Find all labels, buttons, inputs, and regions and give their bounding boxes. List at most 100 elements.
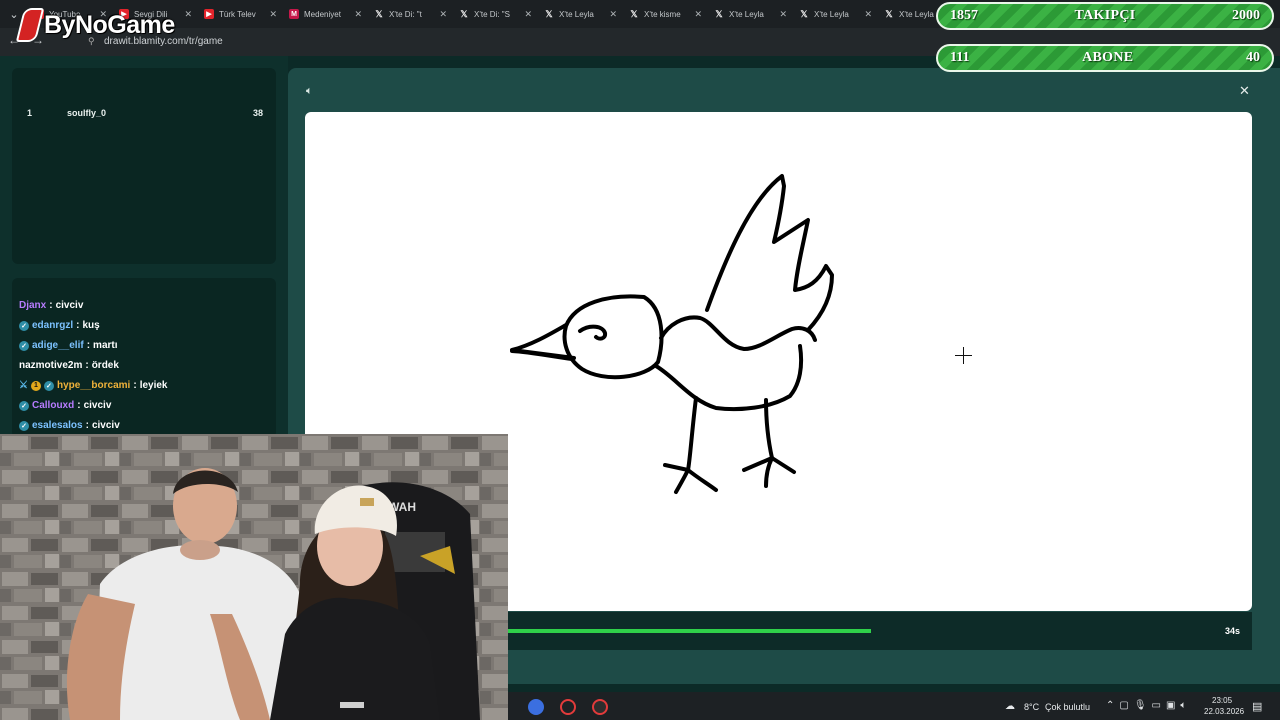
- tab-title: X'te Leyla: [814, 9, 849, 19]
- chat-message: ✓ adige__elif: martı: [19, 340, 118, 351]
- drawing-stroke: [578, 324, 608, 341]
- subscriber-goal: 40: [1245, 50, 1260, 65]
- chat-username[interactable]: esalesalos: [32, 420, 83, 431]
- chat-separator: :: [49, 300, 53, 311]
- weather-text[interactable]: Çok bulutlu: [1045, 702, 1090, 712]
- leaderboard-score: 38: [252, 108, 263, 118]
- subscriber-label: ABONE: [1082, 50, 1134, 65]
- drawing-stroke: [663, 463, 690, 472]
- chat-username[interactable]: edanrgzl: [32, 320, 73, 331]
- round-progress-track: [507, 629, 1207, 633]
- drawing-stroke: [674, 396, 698, 494]
- chat-separator: :: [133, 380, 137, 391]
- drawing-stroke: [705, 174, 834, 332]
- moderator-sword-icon: ⚔: [19, 380, 28, 391]
- browser-tab[interactable]: 𝕏 X'te Di: "t ✕: [368, 0, 453, 28]
- chat-message: ✓ edanrgzl: kuş: [19, 320, 100, 331]
- drawing-stroke: [659, 315, 817, 351]
- messenger-app-icon[interactable]: [528, 699, 544, 715]
- tab-title: X'te Di: "t: [389, 9, 422, 19]
- browser-tab[interactable]: 𝕏 X'te kisme ✕: [623, 0, 708, 28]
- chat-separator: :: [85, 420, 89, 431]
- tab-title: Medeniyet: [304, 9, 341, 19]
- chat-text: ördek: [91, 360, 119, 371]
- drawing-stroke: [770, 456, 796, 474]
- browser-tab[interactable]: 𝕏 X'te Leyla ✕: [708, 0, 793, 28]
- chat-text: kuş: [82, 320, 100, 331]
- weather-temp[interactable]: 8°C: [1024, 702, 1039, 712]
- tab-close-icon[interactable]: ✕: [439, 9, 447, 20]
- chat-username[interactable]: Callouxd: [32, 400, 74, 411]
- verified-badge-icon: ✓: [19, 340, 29, 351]
- browser-tab[interactable]: 𝕏 X'te Leyla ✕: [538, 0, 623, 28]
- chat-message: nazmotive2m: ördek: [19, 360, 119, 371]
- tab-close-icon[interactable]: ✕: [864, 9, 872, 20]
- chat-username[interactable]: nazmotive2m: [19, 360, 82, 371]
- chat-text: civciv: [55, 300, 84, 311]
- tab-close-icon[interactable]: ✕: [779, 9, 787, 20]
- leaderboard-rank: 1: [27, 108, 33, 118]
- x-logo-icon: 𝕏: [885, 8, 893, 19]
- follower-label: TAKIPÇI: [1074, 8, 1136, 23]
- tab-close-icon[interactable]: ✕: [694, 9, 702, 20]
- verified-badge-icon: ✓: [19, 320, 29, 331]
- drawing-stroke: [654, 344, 804, 412]
- x-logo-icon: 𝕏: [800, 8, 808, 19]
- subscriber-badge-icon: 1: [30, 380, 41, 391]
- system-tray-icons[interactable]: ⌃▢🎙︎▭▣🔈︎: [1106, 700, 1191, 711]
- chat-text: leyiek: [139, 380, 168, 391]
- subscriber-goal-bar: 111 ABONE 40: [936, 44, 1274, 72]
- browser-tab[interactable]: ▶ Türk Telev ✕: [198, 0, 283, 28]
- chat-username[interactable]: adige__elif: [32, 340, 84, 351]
- verified-badge-icon: ✓: [19, 400, 29, 411]
- drawing-stroke: [562, 294, 664, 380]
- chat-message: ✓ esalesalos: civciv: [19, 420, 120, 431]
- clock-date[interactable]: 22.03.2026: [1204, 707, 1244, 716]
- chat-separator: :: [77, 400, 81, 411]
- speaker-icon[interactable]: 🔈︎: [306, 85, 313, 98]
- clock-time[interactable]: 23:05: [1212, 696, 1232, 705]
- verified-badge-icon: ✓: [19, 420, 29, 431]
- browser-tab[interactable]: 𝕏 X'te Di: "S ✕: [453, 0, 538, 28]
- notification-icon[interactable]: ▤: [1252, 700, 1262, 713]
- crosshair-cursor-icon: [955, 347, 972, 364]
- chat-separator: :: [85, 360, 89, 371]
- tab-close-icon[interactable]: ✕: [524, 9, 532, 20]
- follower-count: 1857: [950, 8, 978, 23]
- drawing-stroke: [742, 398, 774, 472]
- webcam-image: WAH: [0, 434, 508, 720]
- drawing-stroke: [686, 468, 718, 492]
- tv-icon: M: [289, 9, 299, 19]
- verified-badge-icon: ✓: [43, 380, 54, 391]
- weather-cloud-icon[interactable]: ☁︎: [1005, 701, 1015, 712]
- chat-message: ⚔ 1 ✓ hype__borcami: leyiek: [19, 380, 168, 391]
- tab-close-icon[interactable]: ✕: [184, 9, 192, 20]
- browser-tab[interactable]: M Medeniyet ✕: [283, 0, 368, 28]
- tab-close-icon[interactable]: ✕: [269, 9, 277, 20]
- obs-app-icon[interactable]: [592, 699, 608, 715]
- logo-text: ByNoGame: [44, 10, 175, 39]
- tab-title: X'te Leyla: [729, 9, 764, 19]
- x-logo-icon: 𝕏: [715, 8, 723, 19]
- tab-title: Türk Telev: [219, 9, 256, 19]
- x-logo-icon: 𝕏: [630, 8, 638, 19]
- browser-tab[interactable]: 𝕏 X'te Leyla ✕: [793, 0, 878, 28]
- chat-text: civciv: [91, 420, 120, 431]
- leaderboard-row: 1 soulfly_0 38: [27, 108, 263, 118]
- chat-message: ✓ Callouxd: civciv: [19, 400, 111, 411]
- bynogame-logo: ByNoGame: [15, 6, 175, 44]
- close-icon[interactable]: ✕: [1239, 83, 1250, 99]
- chat-username[interactable]: Djanx: [19, 300, 46, 311]
- x-logo-icon: 𝕏: [545, 8, 553, 19]
- tab-close-icon[interactable]: ✕: [354, 9, 362, 20]
- x-logo-icon: 𝕏: [460, 8, 468, 19]
- round-timer: 34s: [1225, 626, 1241, 636]
- tab-close-icon[interactable]: ✕: [609, 9, 617, 20]
- follower-goal: 2000: [1232, 8, 1260, 23]
- chat-username[interactable]: hype__borcami: [57, 380, 130, 391]
- leaderboard-player-name: soulfly_0: [67, 108, 107, 118]
- screen: ⌄ ▶YouTube✕▶Sevgi Dili✕▶Türk Telev✕MMede…: [0, 0, 1280, 720]
- chat-separator: :: [76, 320, 80, 331]
- chat-message: Djanx: civciv: [19, 300, 83, 311]
- opera-app-icon[interactable]: [560, 699, 576, 715]
